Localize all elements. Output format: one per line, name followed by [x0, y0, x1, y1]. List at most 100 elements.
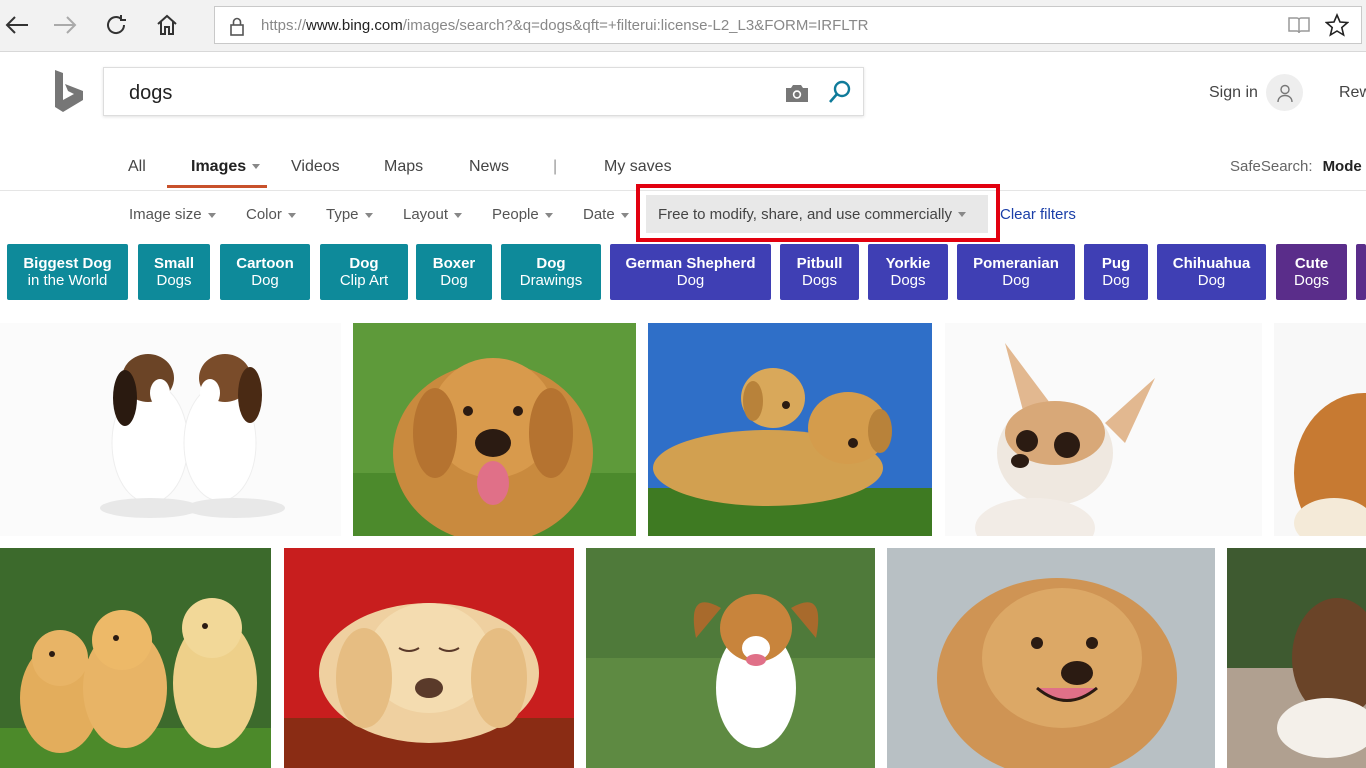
filter-color[interactable]: Color	[246, 206, 296, 223]
image-result[interactable]	[887, 548, 1215, 768]
related-chip[interactable]: Small Dogs	[138, 244, 210, 300]
browser-toolbar: https://www.bing.com/images/search?&q=do…	[0, 0, 1366, 52]
image-result[interactable]	[945, 323, 1262, 536]
filter-type[interactable]: Type	[326, 206, 373, 223]
lock-icon	[229, 16, 245, 41]
related-chip[interactable]: Cute Dogs	[1276, 244, 1347, 300]
search-input[interactable]: dogs	[129, 82, 172, 105]
chip-line2: Clip Art	[339, 272, 389, 289]
chip-line2: Dogs	[890, 272, 926, 289]
chip-line2: Dog	[251, 272, 279, 289]
chip-line2: Dogs	[1293, 272, 1330, 289]
dog-on-pavement-image	[1227, 548, 1366, 768]
highlight-annotation-box	[636, 184, 1000, 242]
chevron-down-icon	[364, 212, 373, 218]
filter-people[interactable]: People	[492, 206, 553, 223]
chihuahua-image	[945, 323, 1262, 536]
tab-images[interactable]: Images	[191, 158, 261, 176]
dog-partial-image	[1274, 323, 1366, 536]
image-result[interactable]	[1274, 323, 1366, 536]
image-result[interactable]	[353, 323, 636, 536]
related-chip-overflow[interactable]	[1356, 244, 1366, 300]
address-bar[interactable]: https://www.bing.com/images/search?&q=do…	[214, 6, 1362, 44]
related-chip[interactable]: German Shepherd Dog	[610, 244, 771, 300]
camera-icon[interactable]	[784, 82, 810, 109]
chip-line1: Biggest Dog	[23, 255, 112, 272]
chip-line1: Boxer	[432, 255, 476, 272]
chip-line2: Dog	[1002, 272, 1030, 289]
chip-line1: Cartoon	[236, 255, 294, 272]
related-chip[interactable]: Yorkie Dogs	[868, 244, 948, 300]
related-chip[interactable]: Cartoon Dog	[220, 244, 310, 300]
image-result[interactable]	[586, 548, 875, 768]
image-result[interactable]	[1227, 548, 1366, 768]
chevron-down-icon	[207, 212, 216, 218]
yellow-lab-puppies-image	[0, 548, 271, 768]
chip-line2: Dogs	[801, 272, 838, 289]
forward-icon[interactable]	[48, 8, 82, 42]
safesearch-value: Mode	[1322, 158, 1362, 175]
related-chip[interactable]: Dog Drawings	[501, 244, 601, 300]
chip-line2: Dog	[1197, 272, 1226, 289]
chip-line1: Chihuahua	[1172, 255, 1251, 272]
filter-layout[interactable]: Layout	[403, 206, 463, 223]
chip-line1: Dog	[349, 255, 379, 272]
scope-separator: |	[553, 158, 558, 175]
image-result[interactable]	[0, 323, 341, 536]
avatar[interactable]	[1266, 74, 1303, 111]
url-domain: www.bing.com	[306, 17, 403, 34]
chevron-down-icon	[287, 212, 296, 218]
bing-logo[interactable]	[50, 68, 86, 119]
sleeping-puppy-image	[284, 548, 574, 768]
chip-line2: Drawings	[519, 272, 583, 289]
chevron-down-icon	[252, 164, 261, 170]
chip-line1: Pomeranian	[973, 255, 1059, 272]
running-beagle-image	[586, 548, 875, 768]
favorite-star-icon[interactable]	[1324, 12, 1350, 42]
filter-date[interactable]: Date	[583, 206, 629, 223]
related-chip[interactable]: Biggest Dog in the World	[7, 244, 128, 300]
filter-label: Date	[583, 206, 615, 223]
image-result[interactable]	[0, 548, 271, 768]
rewards-link[interactable]: Rew	[1339, 84, 1366, 102]
tab-news[interactable]: News	[469, 158, 509, 176]
beagle-puppies-image	[0, 323, 341, 536]
url-path: /images/search?&q=dogs&qft=+filterui:lic…	[402, 17, 869, 34]
active-tab-indicator	[167, 185, 267, 188]
chevron-down-icon	[544, 212, 553, 218]
chip-line2: Dog	[676, 272, 705, 289]
filter-label: Image size	[129, 206, 202, 223]
tab-my-saves[interactable]: My saves	[604, 158, 672, 176]
sign-in-link[interactable]: Sign in	[1209, 84, 1258, 102]
reading-view-icon[interactable]	[1287, 15, 1311, 40]
tab-videos[interactable]: Videos	[291, 158, 340, 176]
chip-line1: Dog	[536, 255, 566, 272]
related-chip[interactable]: Pomeranian Dog	[957, 244, 1075, 300]
related-chip[interactable]: Chihuahua Dog	[1157, 244, 1266, 300]
filter-label: Color	[246, 206, 282, 223]
search-box[interactable]: dogs	[103, 67, 864, 116]
golden-retriever-image	[353, 323, 636, 536]
tab-images-label: Images	[191, 158, 247, 175]
image-result[interactable]	[284, 548, 574, 768]
chip-line1: Pitbull	[796, 255, 843, 272]
related-chip[interactable]: Dog Clip Art	[320, 244, 408, 300]
related-chip[interactable]: Pug Dog	[1084, 244, 1148, 300]
refresh-icon[interactable]	[99, 8, 133, 42]
related-chip[interactable]: Pitbull Dogs	[780, 244, 859, 300]
filter-image-size[interactable]: Image size	[129, 206, 216, 223]
labrador-puppies-image	[648, 323, 932, 536]
filter-label: Type	[326, 206, 359, 223]
chip-line1: German Shepherd	[625, 255, 756, 272]
chip-line2: in the World	[27, 272, 108, 289]
image-result[interactable]	[648, 323, 932, 536]
clear-filters-link[interactable]: Clear filters	[1000, 206, 1076, 223]
back-icon[interactable]	[0, 8, 34, 42]
tab-maps[interactable]: Maps	[384, 158, 423, 176]
related-chip[interactable]: Boxer Dog	[416, 244, 492, 300]
url-scheme: https://	[261, 17, 307, 34]
tab-all[interactable]: All	[128, 158, 146, 176]
search-icon[interactable]	[827, 79, 853, 110]
home-icon[interactable]	[150, 8, 184, 42]
safesearch-setting[interactable]: SafeSearch: Mode	[1230, 158, 1362, 175]
